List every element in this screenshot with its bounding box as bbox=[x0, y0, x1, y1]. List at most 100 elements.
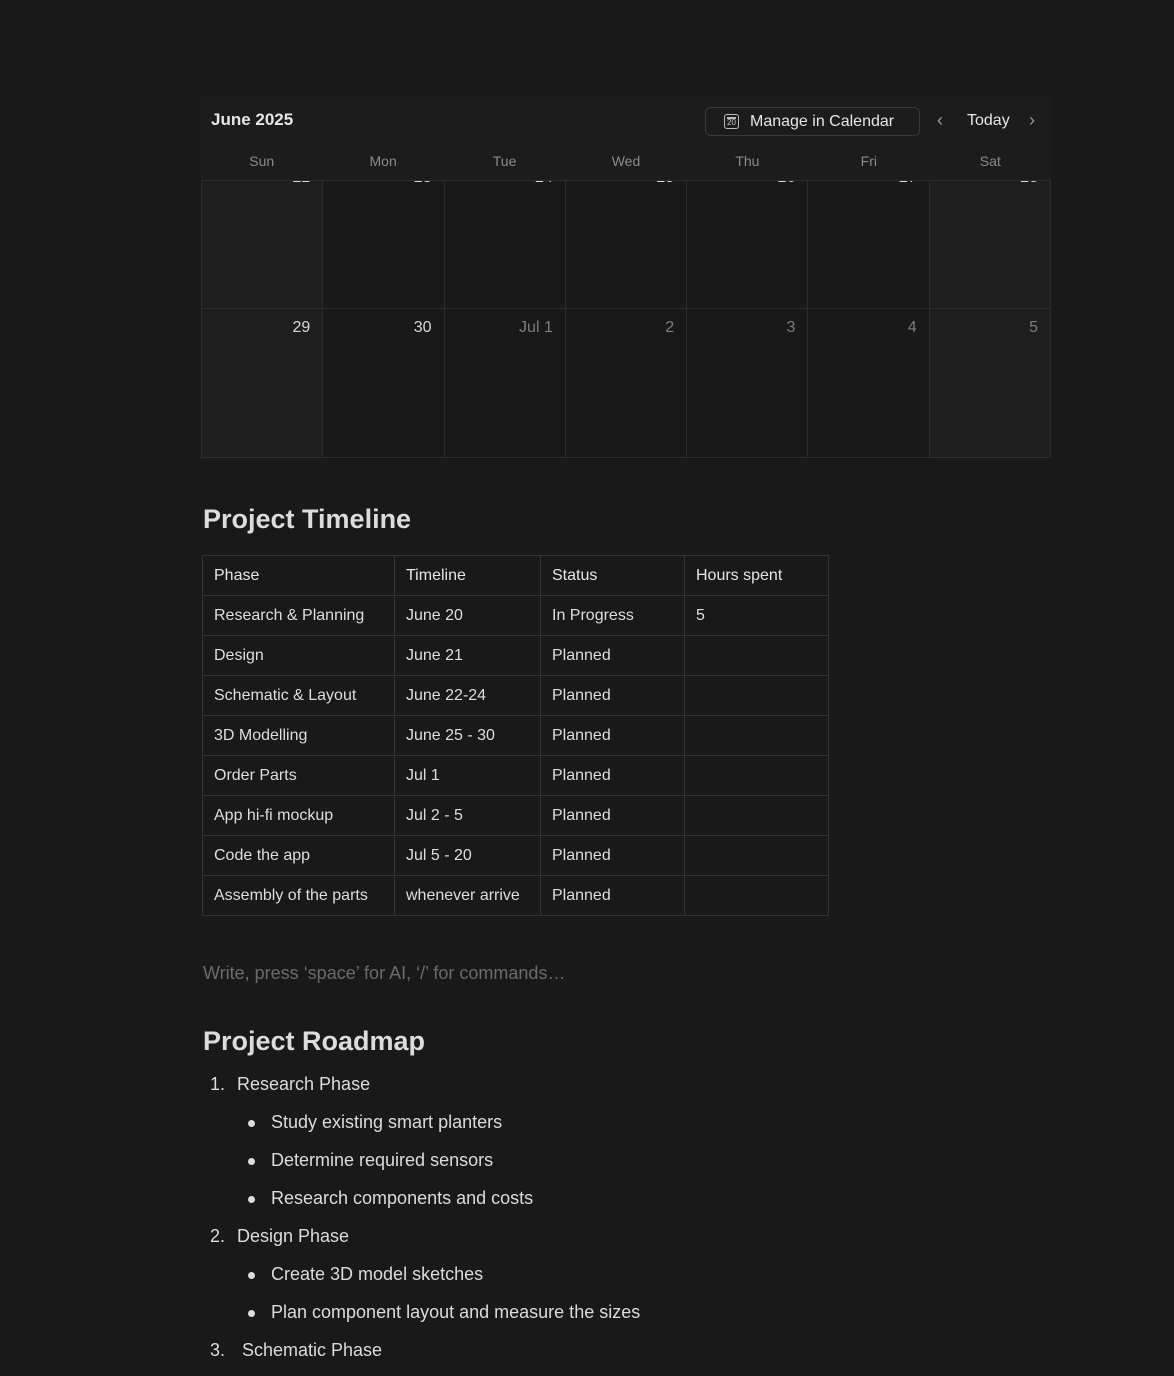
column-header[interactable]: Phase bbox=[202, 555, 395, 596]
calendar-day-cell[interactable]: 27 bbox=[808, 181, 930, 308]
calendar-grid: 22 23 24 25 26 27 28 29 30 Jul 1 2 3 4 5 bbox=[201, 181, 1051, 458]
project-roadmap-heading: Project Roadmap bbox=[203, 1026, 426, 1056]
table-cell[interactable]: Planned bbox=[540, 755, 685, 796]
table-cell[interactable]: Jul 5 - 20 bbox=[394, 835, 541, 876]
list-item[interactable]: 2. Design Phase bbox=[203, 1224, 1003, 1250]
table-cell[interactable]: Design bbox=[202, 635, 395, 676]
list-item-text: Determine required sensors bbox=[271, 1150, 494, 1170]
table-cell[interactable] bbox=[684, 835, 829, 876]
table-cell[interactable]: Code the app bbox=[202, 835, 395, 876]
calendar-day-cell[interactable]: 30 bbox=[323, 309, 445, 457]
list-number: 3. bbox=[210, 1340, 226, 1360]
table-row: Order Parts Jul 1 Planned bbox=[202, 755, 829, 796]
table-cell[interactable] bbox=[684, 795, 829, 836]
table-cell[interactable]: Jul 1 bbox=[394, 755, 541, 796]
day-number: 24 bbox=[535, 181, 553, 187]
list-item-text: Plan component layout and measure the si… bbox=[271, 1302, 641, 1322]
list-item-text: Schematic Phase bbox=[242, 1340, 383, 1360]
table-cell[interactable]: June 21 bbox=[394, 635, 541, 676]
table-cell[interactable]: Planned bbox=[540, 835, 685, 876]
weekday-label: Wed bbox=[611, 153, 641, 169]
calendar-day-cell[interactable]: 24 bbox=[444, 181, 566, 308]
day-number: 29 bbox=[292, 319, 311, 336]
list-item[interactable]: 3. Schematic Phase bbox=[203, 1338, 1003, 1364]
column-header[interactable]: Timeline bbox=[394, 555, 541, 596]
table-cell[interactable] bbox=[684, 635, 829, 676]
table-cell[interactable]: In Progress bbox=[540, 595, 685, 636]
calendar-day-cell[interactable]: 29 bbox=[202, 309, 324, 457]
list-item-text: Study existing smart planters bbox=[271, 1112, 503, 1132]
table-cell[interactable]: June 22-24 bbox=[394, 675, 541, 716]
list-item-text: Research Phase bbox=[237, 1074, 371, 1094]
table-cell[interactable]: Assembly of the parts bbox=[202, 875, 395, 916]
list-item[interactable]: 1. Research Phase bbox=[203, 1072, 1003, 1098]
calendar-day-cell[interactable]: 28 bbox=[929, 181, 1051, 308]
table-header-row: Phase Timeline Status Hours spent bbox=[202, 555, 829, 596]
column-header[interactable]: Hours spent bbox=[684, 555, 829, 596]
calendar-day-cell[interactable]: 3 bbox=[687, 309, 809, 457]
calendar-day-cell[interactable]: Jul 1 bbox=[444, 309, 566, 457]
bullet-icon bbox=[248, 1120, 255, 1127]
calendar-day-cell[interactable]: 25 bbox=[565, 181, 688, 308]
calendar-header: June 2025 20 Manage in Calendar ‹ Today … bbox=[201, 96, 1051, 181]
table-cell[interactable]: App hi-fi mockup bbox=[202, 795, 395, 836]
day-number: 30 bbox=[413, 319, 432, 336]
today-button[interactable]: Today bbox=[967, 112, 1010, 130]
list-item[interactable]: Determine required sensors bbox=[203, 1148, 1003, 1174]
table-cell[interactable]: 5 bbox=[684, 595, 829, 636]
list-item[interactable]: Create 3D model sketches bbox=[203, 1262, 1003, 1288]
roadmap-list: 1. Research Phase Study existing smart p… bbox=[203, 1072, 1003, 1376]
column-header[interactable]: Status bbox=[540, 555, 685, 596]
calendar-day-cell[interactable]: 23 bbox=[323, 181, 445, 308]
table-row: Code the app Jul 5 - 20 Planned bbox=[202, 835, 829, 876]
list-item-text: Research components and costs bbox=[271, 1188, 534, 1208]
calendar-day-cell[interactable]: 22 bbox=[202, 181, 324, 308]
table-cell[interactable]: Jul 2 - 5 bbox=[394, 795, 541, 836]
day-number: 26 bbox=[778, 181, 796, 187]
calendar-day-cell[interactable]: 2 bbox=[565, 309, 688, 457]
table-cell[interactable]: Order Parts bbox=[202, 755, 395, 796]
manage-in-calendar-button[interactable]: 20 Manage in Calendar bbox=[705, 107, 920, 136]
table-cell[interactable] bbox=[684, 875, 829, 916]
chevron-left-icon[interactable]: ‹ bbox=[937, 110, 943, 131]
list-item[interactable]: Research components and costs bbox=[203, 1186, 1003, 1212]
table-cell[interactable]: whenever arrive bbox=[394, 875, 541, 916]
table-cell[interactable]: Planned bbox=[540, 715, 685, 756]
table-cell[interactable]: Planned bbox=[540, 875, 685, 916]
calendar-month-title: June 2025 bbox=[211, 110, 294, 129]
list-item[interactable]: Study existing smart planters bbox=[203, 1110, 1003, 1136]
table-row: App hi-fi mockup Jul 2 - 5 Planned bbox=[202, 795, 829, 836]
table-cell[interactable]: Planned bbox=[540, 795, 685, 836]
editor-placeholder[interactable]: Write, press ‘space’ for AI, ‘/’ for com… bbox=[203, 963, 565, 984]
calendar-day-cell[interactable]: 26 bbox=[687, 181, 809, 308]
table-cell[interactable] bbox=[684, 675, 829, 716]
day-number: 27 bbox=[899, 181, 917, 187]
table-cell[interactable]: Research & Planning bbox=[202, 595, 395, 636]
weekday-label: Fri bbox=[860, 153, 877, 169]
calendar-view: June 2025 20 Manage in Calendar ‹ Today … bbox=[201, 96, 1051, 458]
table-cell[interactable]: Schematic & Layout bbox=[202, 675, 395, 716]
project-timeline-heading: Project Timeline bbox=[203, 504, 412, 534]
table-cell[interactable] bbox=[684, 755, 829, 796]
bullet-icon bbox=[248, 1158, 255, 1165]
bullet-icon bbox=[248, 1272, 255, 1279]
list-item[interactable]: Plan component layout and measure the si… bbox=[203, 1300, 1003, 1326]
calendar-day-cell[interactable]: 4 bbox=[808, 309, 930, 457]
day-number: 2 bbox=[665, 319, 675, 336]
day-number: 28 bbox=[1020, 181, 1038, 187]
table-cell[interactable]: June 20 bbox=[394, 595, 541, 636]
day-number: 22 bbox=[292, 181, 310, 187]
weekday-label: Sat bbox=[979, 153, 1001, 169]
table-cell[interactable]: Planned bbox=[540, 675, 685, 716]
calendar-day-cell[interactable]: 5 bbox=[929, 309, 1051, 457]
bullet-icon bbox=[248, 1310, 255, 1317]
table-cell[interactable] bbox=[684, 715, 829, 756]
table-cell[interactable]: June 25 - 30 bbox=[394, 715, 541, 756]
table-row: Assembly of the parts whenever arrive Pl… bbox=[202, 875, 829, 916]
table-cell[interactable]: 3D Modelling bbox=[202, 715, 395, 756]
table-cell[interactable]: Planned bbox=[540, 635, 685, 676]
list-number: 2. bbox=[210, 1226, 226, 1246]
day-number: 3 bbox=[786, 319, 796, 336]
list-item-text: Design Phase bbox=[237, 1226, 350, 1246]
chevron-right-icon[interactable]: › bbox=[1029, 110, 1035, 131]
